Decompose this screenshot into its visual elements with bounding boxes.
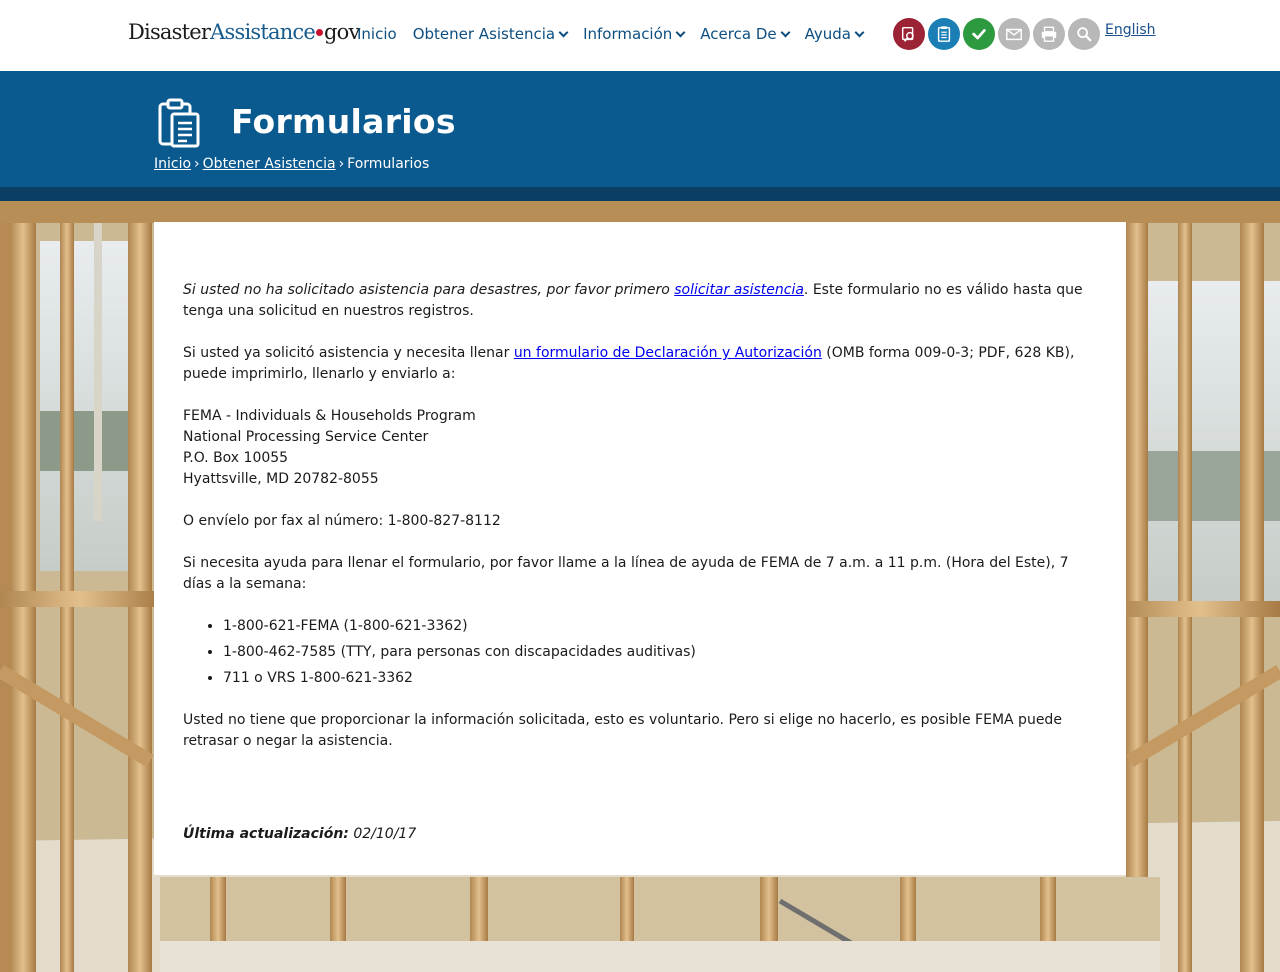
apply-first-paragraph: Si usted no ha solicitado asistencia par…: [183, 280, 1098, 322]
declaration-form-link[interactable]: un formulario de Declaración y Autorizac…: [514, 345, 822, 361]
breadcrumb-current: Formularios: [347, 156, 430, 172]
phone-list-item: 1-800-462-7585 (TTY, para personas con d…: [223, 642, 1098, 663]
page-title: Formularios: [231, 102, 456, 141]
address-line: P.O. Box 10055: [183, 450, 289, 466]
banner-bottom-strip: [0, 187, 1280, 201]
top-navigation: DisasterAssistance gov Inicio Obtener Asi…: [0, 0, 1280, 71]
nav-label: Ayuda: [804, 25, 851, 43]
phone-list-item: 1-800-621-FEMA (1-800-621-3362): [223, 616, 1098, 637]
phone-list: 1-800-621-FEMA (1-800-621-3362) 1-800-46…: [223, 616, 1098, 689]
breadcrumb-separator: ›: [338, 156, 345, 172]
search-icon[interactable]: [1068, 18, 1100, 50]
print-icon[interactable]: [1033, 18, 1065, 50]
main-menu: Inicio Obtener Asistencia Información Ac…: [357, 25, 879, 43]
nav-label: Inicio: [357, 25, 397, 43]
nav-label: Obtener Asistencia: [412, 25, 556, 43]
nav-label: Información: [583, 25, 673, 43]
solicitar-asistencia-link[interactable]: solicitar asistencia: [674, 282, 804, 298]
address-line: FEMA - Individuals & Households Program: [183, 408, 476, 424]
chevron-down-icon: [854, 27, 865, 37]
chevron-down-icon: [780, 27, 791, 37]
logo-text-assistance: Assistance: [210, 20, 316, 44]
phone-list-item: 711 o VRS 1-800-621-3362: [223, 668, 1098, 689]
nav-item-inicio[interactable]: Inicio: [357, 25, 397, 43]
chevron-down-icon: [675, 27, 686, 37]
nav-item-informacion[interactable]: Información: [583, 25, 686, 43]
last-updated: Última actualización: 02/10/17: [183, 826, 416, 842]
logo-text-gov: gov: [324, 20, 360, 44]
declaration-paragraph: Si usted ya solicitó asistencia y necesi…: [183, 343, 1098, 385]
tool-icons: [893, 18, 1100, 50]
apply-first-text: Si usted no ha solicitado asistencia par…: [183, 282, 675, 298]
forms-content: Si usted no ha solicitado asistencia par…: [183, 280, 1098, 773]
last-updated-date: 02/10/17: [353, 826, 417, 842]
logo-text-disaster: Disaster: [128, 20, 211, 44]
voluntary-paragraph: Usted no tiene que proporcionar la infor…: [183, 712, 1062, 749]
checklist-icon[interactable]: [928, 18, 960, 50]
breadcrumb-link-inicio[interactable]: Inicio: [154, 156, 191, 172]
nav-item-ayuda[interactable]: Ayuda: [804, 25, 865, 43]
search-apply-icon[interactable]: [893, 18, 925, 50]
chevron-down-icon: [558, 27, 569, 37]
fax-paragraph: O envíelo por fax al número: 1-800-827-8…: [183, 513, 501, 529]
check-icon[interactable]: [963, 18, 995, 50]
last-updated-label: Última actualización:: [183, 826, 349, 842]
english-language-link[interactable]: English: [1105, 22, 1156, 38]
nav-label: Acerca De: [700, 25, 777, 43]
logo-dot: [316, 29, 324, 36]
nav-item-obtener-asistencia[interactable]: Obtener Asistencia: [412, 25, 569, 43]
breadcrumb-link-obtener-asistencia[interactable]: Obtener Asistencia: [203, 156, 336, 172]
declaration-text: Si usted ya solicitó asistencia y necesi…: [183, 345, 514, 361]
help-line-paragraph: Si necesita ayuda para llenar el formula…: [183, 555, 1069, 592]
nav-item-acerca-de[interactable]: Acerca De: [700, 25, 791, 43]
address-line: National Processing Service Center: [183, 429, 429, 445]
mailing-address: FEMA - Individuals & Households Program …: [183, 406, 1098, 490]
forms-clipboard-icon: [158, 98, 200, 148]
mail-icon[interactable]: [998, 18, 1030, 50]
site-logo[interactable]: DisasterAssistance gov: [128, 20, 360, 44]
breadcrumb-separator: ›: [194, 156, 200, 172]
breadcrumb: Inicio › Obtener Asistencia › Formularios: [154, 156, 429, 172]
address-line: Hyattsville, MD 20782-8055: [183, 471, 379, 487]
